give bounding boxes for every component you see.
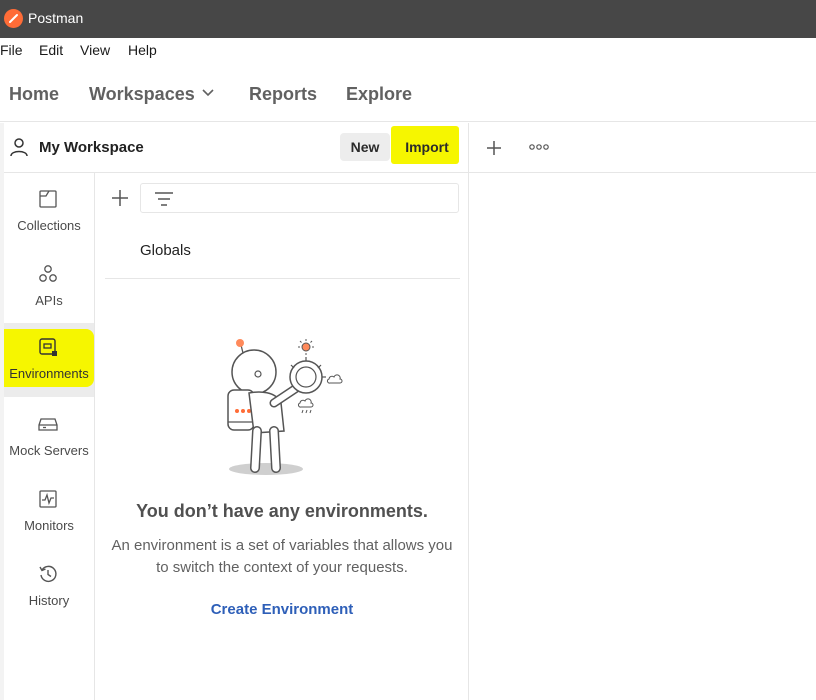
chevron-down-icon[interactable]	[201, 86, 215, 100]
globals-item[interactable]: Globals	[140, 242, 191, 259]
sidebar-item-environments[interactable]: Environments	[4, 323, 94, 397]
sidebar-item-label: APIs	[35, 293, 63, 308]
panel-divider	[468, 123, 469, 700]
environments-icon	[39, 338, 57, 356]
add-environment-plus-icon[interactable]	[108, 186, 132, 210]
more-options-icon[interactable]	[529, 143, 549, 151]
divider	[105, 278, 460, 279]
menu-edit[interactable]: Edit	[39, 42, 63, 58]
sidebar-item-monitors[interactable]: Monitors	[4, 475, 94, 549]
sidebar-item-label: History	[28, 593, 70, 608]
nav-workspaces[interactable]: Workspaces	[89, 84, 195, 105]
create-environment-link[interactable]: Create Environment	[96, 601, 468, 618]
nav-home[interactable]: Home	[9, 84, 59, 105]
astronaut-illustration-icon	[227, 339, 343, 475]
sidebar-item-label: Mock Servers	[9, 443, 89, 458]
window-title: Postman	[28, 10, 84, 26]
sidebar-item-apis[interactable]: APIs	[4, 250, 94, 324]
apis-icon	[39, 265, 57, 282]
filter-icon	[155, 192, 173, 206]
sidebar-item-mock-servers[interactable]: Mock Servers	[4, 400, 94, 474]
sidebar-item-label: Environments	[9, 366, 89, 381]
postman-logo-icon	[4, 9, 23, 28]
empty-state-title: You don’t have any environments.	[136, 501, 428, 521]
tab-bar	[469, 123, 816, 173]
mock-servers-icon	[38, 418, 58, 431]
collections-icon	[39, 190, 57, 208]
menu-bar: File Edit View Help	[0, 38, 816, 64]
history-icon	[39, 565, 57, 583]
nav-explore[interactable]: Explore	[346, 84, 412, 105]
title-bar: Postman	[0, 0, 816, 38]
filter-input[interactable]	[140, 183, 459, 213]
sidebar-item-history[interactable]: History	[4, 550, 94, 624]
monitors-icon	[39, 490, 57, 508]
sidebar-item-label: Collections	[17, 218, 81, 233]
nav-reports[interactable]: Reports	[249, 84, 317, 105]
new-button[interactable]: New	[340, 133, 390, 161]
top-nav: Home Workspaces Reports Explore	[0, 64, 816, 122]
import-button[interactable]: Import	[397, 133, 457, 161]
user-icon	[10, 138, 28, 157]
sidebar-item-label: Monitors	[24, 518, 74, 533]
menu-file[interactable]: File	[0, 42, 23, 58]
workspace-name[interactable]: My Workspace	[39, 139, 144, 156]
menu-help[interactable]: Help	[128, 42, 157, 58]
new-tab-plus-icon[interactable]	[485, 139, 503, 157]
menu-view[interactable]: View	[80, 42, 110, 58]
empty-state-description: An environment is a set of variables tha…	[111, 537, 453, 576]
sidebar-item-collections[interactable]: Collections	[4, 175, 94, 249]
